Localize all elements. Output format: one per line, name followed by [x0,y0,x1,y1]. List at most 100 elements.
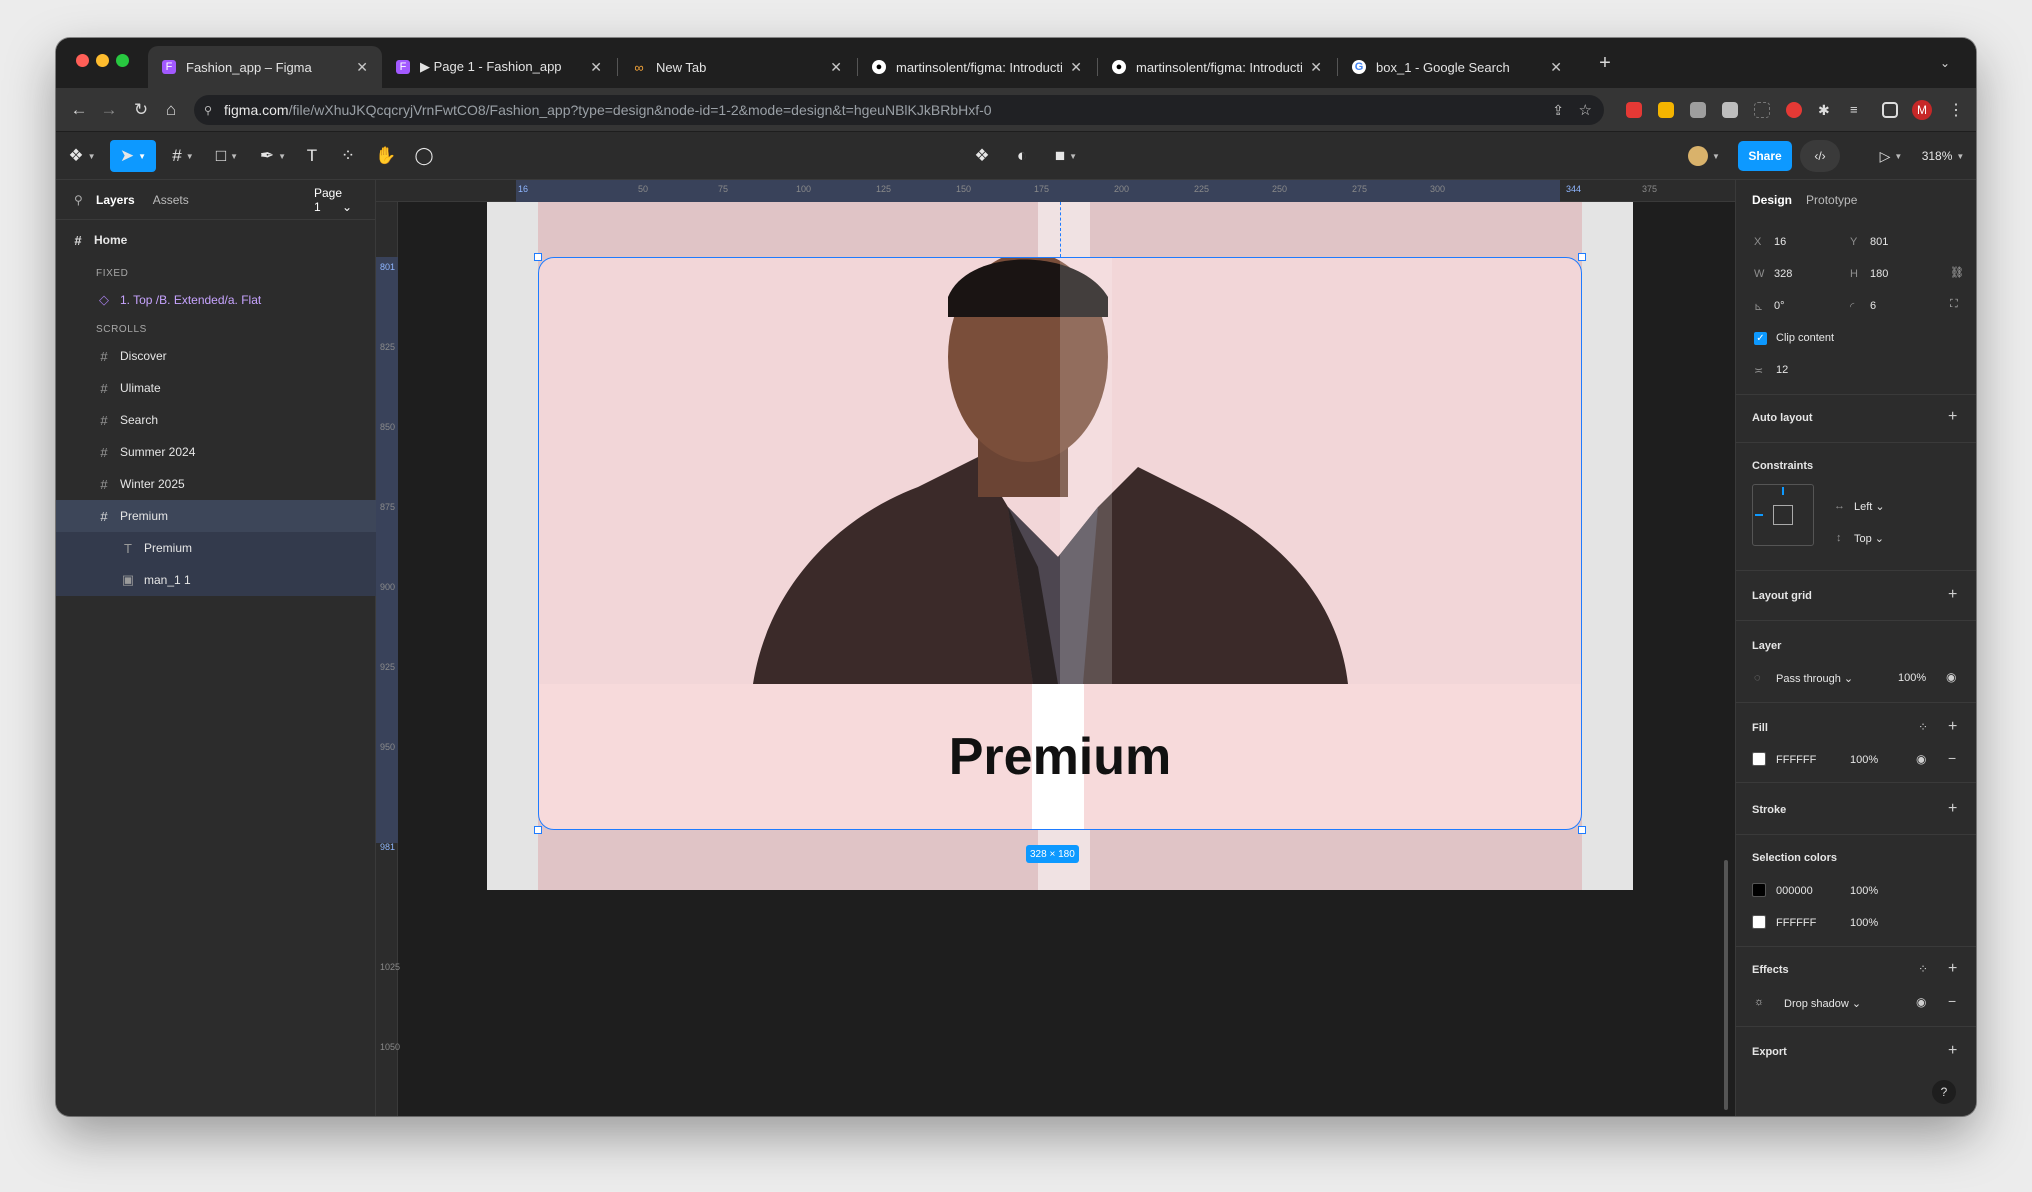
url-field[interactable]: ⚲ figma.com/file/wXhuJKQcqcryjVrnFwtCO8/… [194,95,1604,125]
add-export-plus-icon[interactable]: + [1948,1042,1957,1060]
selection-color-opacity[interactable]: 100% [1850,885,1878,897]
selection-color-swatch-black[interactable] [1752,883,1766,897]
resources-tool-icon[interactable]: ⁘ [336,140,360,172]
reading-list-icon[interactable]: ≡ [1850,102,1866,118]
text-tool-icon[interactable]: T [300,140,324,172]
tab-search-chevron-icon[interactable]: ⌄ [1932,50,1958,76]
zoom-dropdown[interactable]: 318% ▼ [1918,140,1968,172]
tab-fashion-app-figma[interactable]: F Fashion_app – Figma ✕ [148,46,382,88]
layer-top-extended-flat[interactable]: ◇ 1. Top /B. Extended/a. Flat [56,284,376,316]
forward-arrow-icon[interactable]: → [96,97,122,123]
selection-color-hex[interactable]: 000000 [1776,885,1813,897]
constrain-proportions-icon[interactable]: ⛓ [1950,266,1964,279]
fill-color-swatch[interactable] [1752,752,1766,766]
page-selector[interactable]: Page 1 ⌄ [314,186,357,214]
effect-visibility-eye-icon[interactable]: ◉ [1916,995,1926,1009]
layer-visibility-eye-icon[interactable]: ◉ [1946,670,1956,684]
tab-github-2[interactable]: ● martinsolent/figma: Introducti ✕ [1098,46,1336,88]
corner-radius-input[interactable]: 6 [1870,300,1876,312]
contrast-mask-icon[interactable]: ◐ [1010,140,1034,172]
selection-color-swatch-white[interactable] [1752,915,1766,929]
independent-corners-icon[interactable]: ⛶ [1950,298,1958,311]
extension-red-icon[interactable] [1626,102,1642,118]
close-tab-icon[interactable]: ✕ [1310,59,1322,76]
height-input[interactable]: 180 [1870,268,1888,280]
tab-design[interactable]: Design [1752,193,1792,207]
add-auto-layout-plus-icon[interactable]: + [1948,408,1957,426]
figma-main-menu-icon[interactable]: ❖ ▼ [66,140,98,172]
layer-premium-text[interactable]: T Premium [56,532,376,564]
rotation-input[interactable]: 0° [1774,300,1785,312]
site-info-icon[interactable]: ⚲ [204,104,212,117]
back-arrow-icon[interactable]: ← [66,97,92,123]
frame-tool-icon[interactable]: # ▼ [166,140,200,172]
shape-tool-icon[interactable]: □ ▼ [210,140,244,172]
boolean-ops-icon[interactable]: ■ ▼ [1048,140,1084,172]
share-button[interactable]: Share [1738,141,1792,171]
add-layout-grid-plus-icon[interactable]: + [1948,586,1957,604]
extension-dashed-icon[interactable] [1754,102,1770,118]
selection-color-hex[interactable]: FFFFFF [1776,917,1816,929]
constraints-widget[interactable] [1752,484,1814,546]
effect-settings-sun-icon[interactable]: ☼ [1754,996,1764,1008]
move-tool-icon[interactable]: ➤ ▼ [110,140,156,172]
close-tab-icon[interactable]: ✕ [1550,59,1562,76]
layer-home[interactable]: # Home [56,224,376,256]
tab-github-1[interactable]: ● martinsolent/figma: Introducti ✕ [858,46,1096,88]
effect-type-dropdown[interactable]: Drop shadow ⌄ [1784,997,1861,1010]
add-effect-plus-icon[interactable]: + [1948,960,1957,978]
selection-color-opacity[interactable]: 100% [1850,917,1878,929]
add-stroke-plus-icon[interactable]: + [1948,800,1957,818]
premium-card[interactable]: Premium [538,257,1582,830]
x-input[interactable]: 16 [1774,236,1786,248]
browser-menu-icon[interactable]: ⋮ [1948,100,1964,120]
profile-avatar[interactable]: M [1912,100,1932,120]
man-photo-image[interactable] [538,257,1582,684]
layer-premium[interactable]: # Premium [56,500,376,532]
y-input[interactable]: 801 [1870,236,1888,248]
dev-mode-toggle-icon[interactable]: ‹/› [1800,140,1840,172]
canvas-scrollbar[interactable] [1724,860,1728,1110]
tab-new-tab[interactable]: ∞ New Tab ✕ [618,46,856,88]
close-tab-icon[interactable]: ✕ [830,59,842,76]
layer-opacity-input[interactable]: 100% [1898,672,1926,684]
extension-camera-icon[interactable] [1690,102,1706,118]
minimize-window-button[interactable] [96,54,109,67]
clip-content-checkbox[interactable]: ✓ [1754,332,1767,345]
home-icon[interactable]: ⌂ [158,97,184,123]
tab-google-search[interactable]: G box_1 - Google Search ✕ [1338,46,1576,88]
share-page-icon[interactable]: ⇪ [1552,102,1564,119]
fill-opacity-input[interactable]: 100% [1850,754,1878,766]
effect-styles-grid-icon[interactable]: ⁘ [1918,962,1928,976]
puzzle-icon[interactable]: ✱ [1818,102,1834,118]
layer-summer-2024[interactable]: # Summer 2024 [56,436,376,468]
close-tab-icon[interactable]: ✕ [590,59,602,76]
fill-visibility-eye-icon[interactable]: ◉ [1916,752,1926,766]
maximize-window-button[interactable] [116,54,129,67]
close-tab-icon[interactable]: ✕ [1070,59,1082,76]
extension-badge-icon[interactable] [1786,102,1802,118]
tab-prototype[interactable]: Prototype [1806,193,1857,207]
bookmark-star-icon[interactable]: ☆ [1579,101,1592,119]
add-fill-plus-icon[interactable]: + [1948,718,1957,736]
extension-grey-icon[interactable] [1722,102,1738,118]
width-input[interactable]: 328 [1774,268,1792,280]
remove-effect-minus-icon[interactable]: − [1948,993,1956,1009]
layer-man-image[interactable]: ▣ man_1 1 [56,564,376,596]
spacing-input[interactable]: 12 [1776,364,1788,376]
tab-assets[interactable]: Assets [153,193,189,207]
constraint-left-indicator[interactable] [1755,514,1763,516]
close-tab-icon[interactable]: ✕ [356,59,368,76]
help-button[interactable]: ? [1932,1080,1956,1104]
present-play-icon[interactable]: ▷ ▼ [1876,140,1906,172]
fill-styles-grid-icon[interactable]: ⁘ [1918,720,1928,734]
design-canvas[interactable]: 16 50 75 100 125 150 175 200 225 250 275… [376,180,1735,1116]
close-window-button[interactable] [76,54,89,67]
horizontal-constraint-dropdown[interactable]: Left ⌄ [1854,500,1885,513]
layer-winter-2025[interactable]: # Winter 2025 [56,468,376,500]
comment-tool-icon[interactable]: ◯ [412,140,436,172]
side-panel-icon[interactable] [1882,102,1898,118]
fill-hex-input[interactable]: FFFFFF [1776,754,1816,766]
pen-tool-icon[interactable]: ✒ ▼ [256,140,290,172]
tab-layers[interactable]: Layers [96,193,135,207]
